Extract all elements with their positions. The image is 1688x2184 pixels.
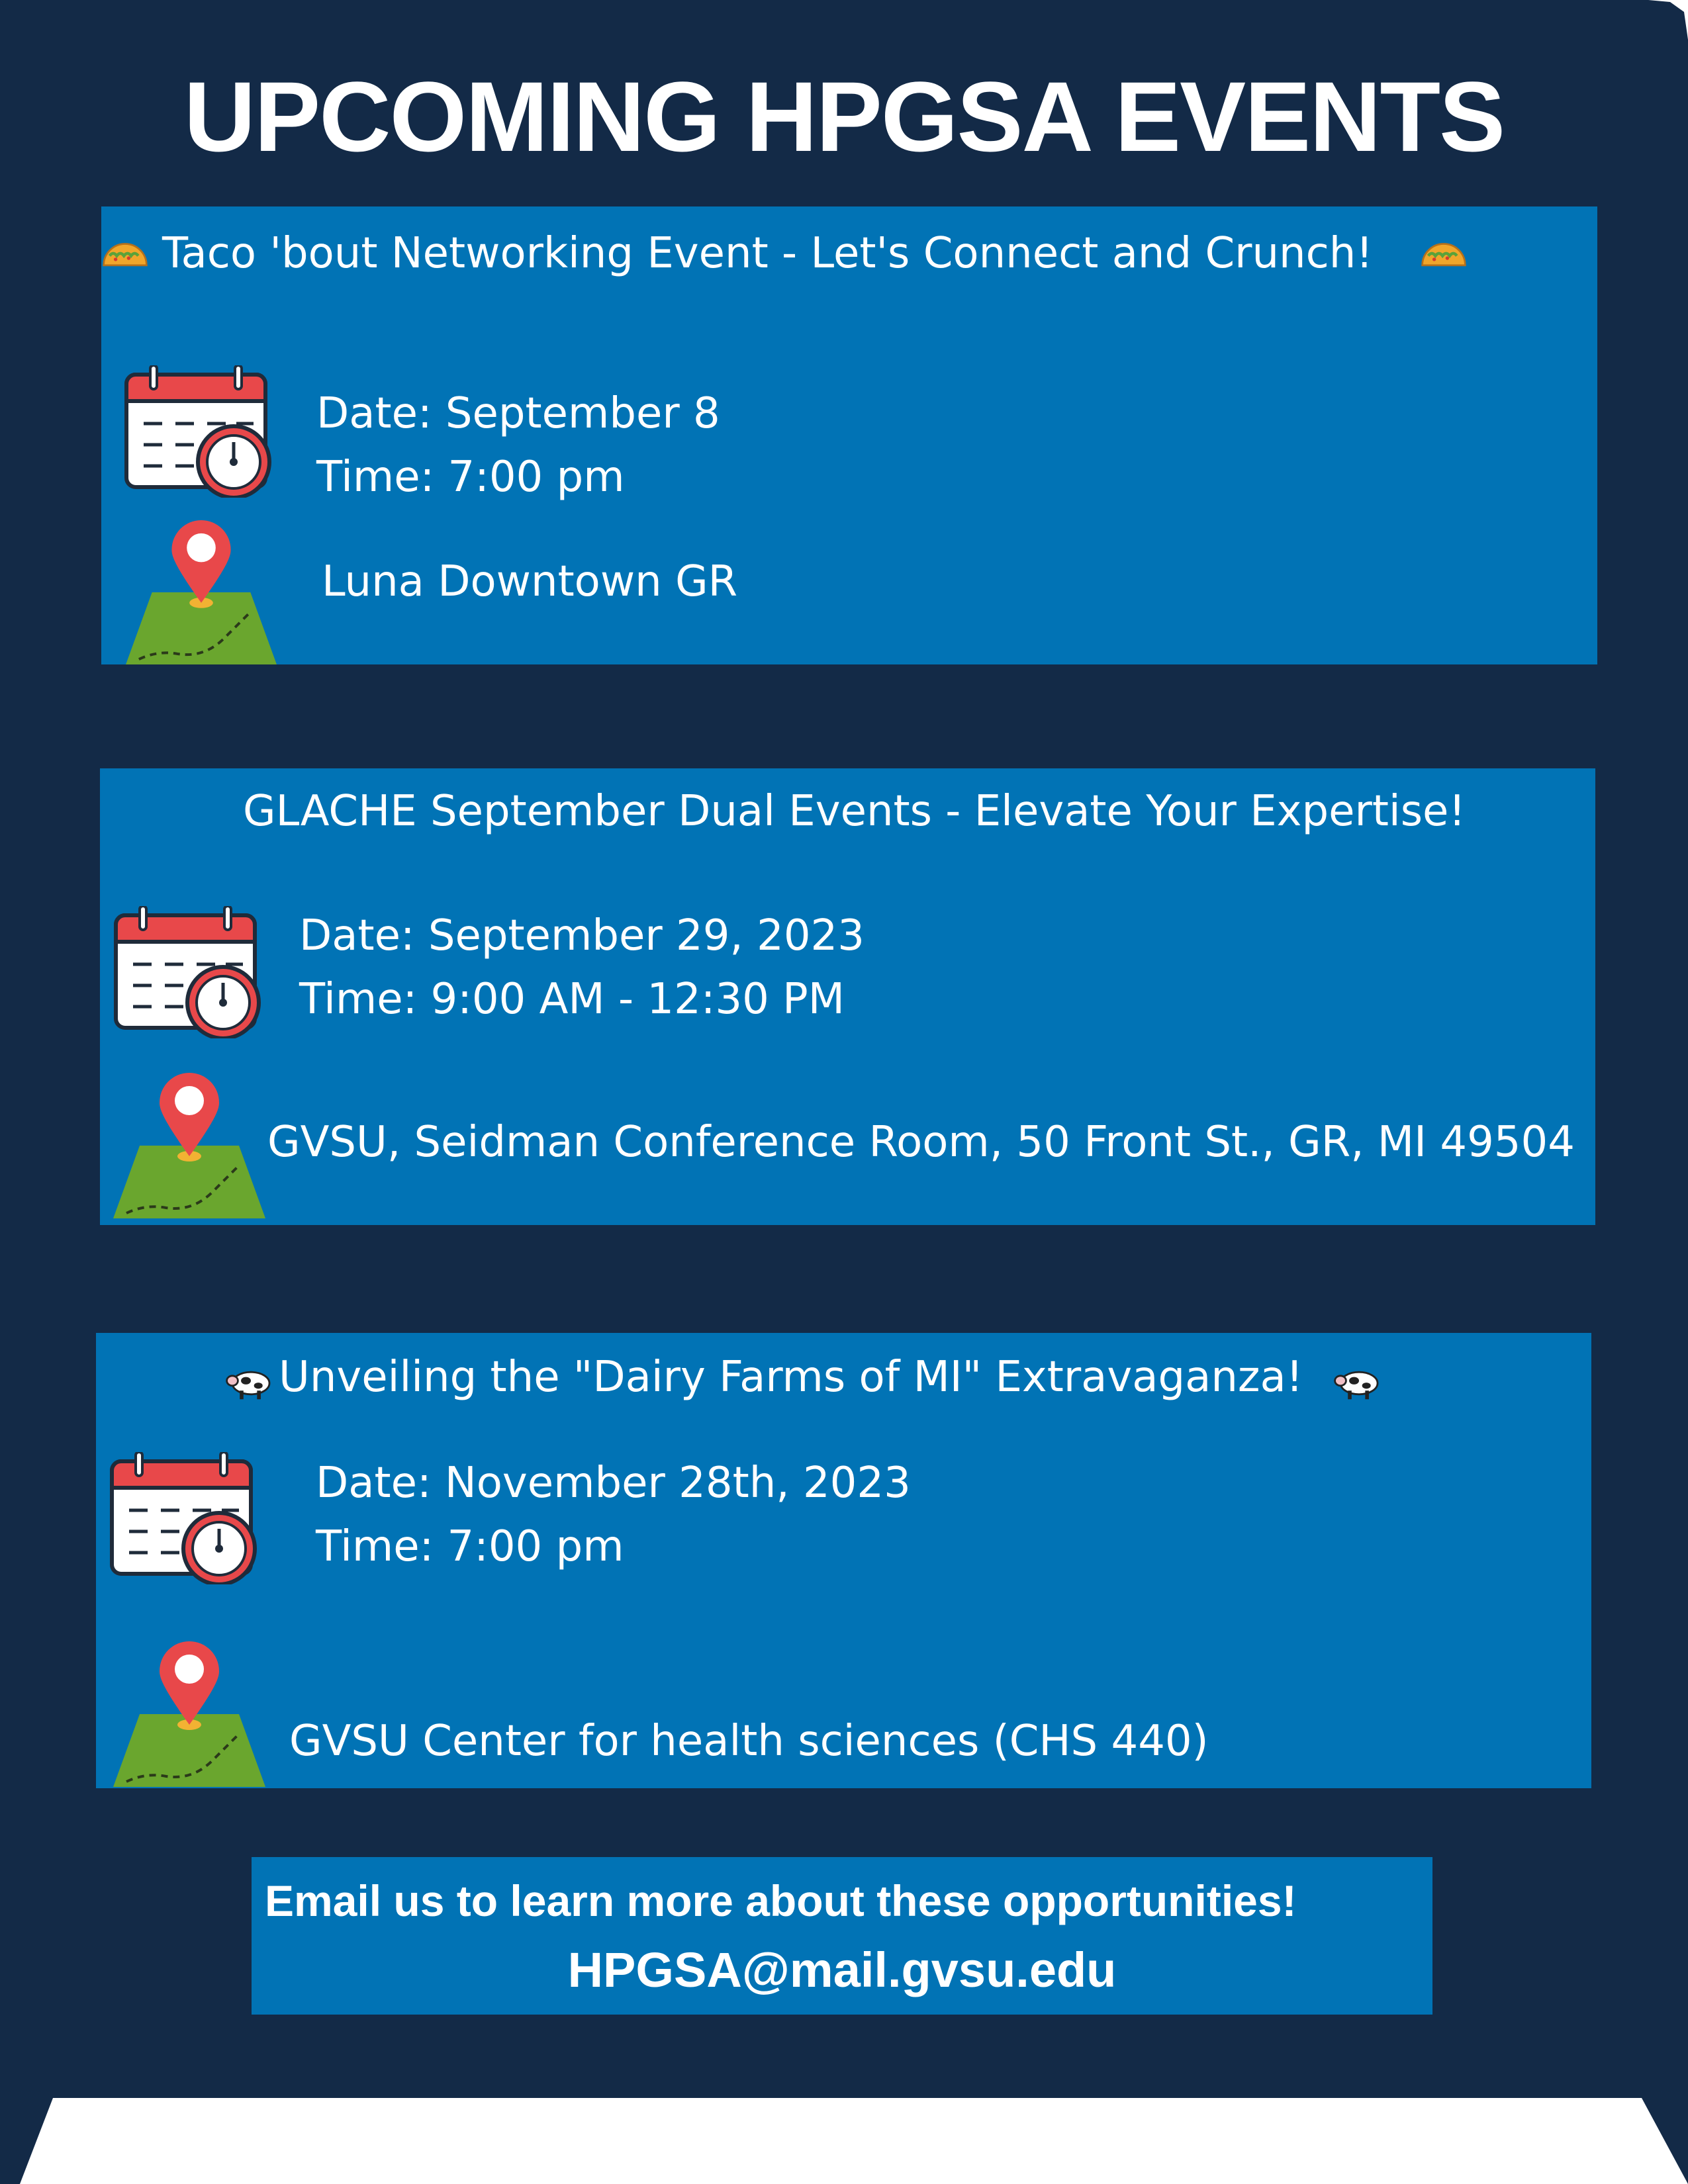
event-time: Time: 9:00 AM - 12:30 PM [299, 975, 845, 1024]
event-title: Taco 'bout Networking Event - Let's Conn… [162, 229, 1373, 278]
location-pin-icon [113, 1073, 265, 1218]
taco-icon [1420, 237, 1468, 269]
cow-icon [226, 1365, 276, 1402]
event-location: Luna Downtown GR [322, 557, 738, 606]
event-location: GVSU, Seidman Conference Room, 50 Front … [267, 1118, 1575, 1167]
calendar-clock-icon [124, 365, 276, 498]
location-pin-icon [113, 1641, 265, 1787]
event-time: Time: 7:00 pm [316, 453, 625, 502]
event-date: Date: November 28th, 2023 [316, 1459, 911, 1508]
event-location: GVSU Center for health sciences (CHS 440… [289, 1717, 1209, 1766]
contact-box: Email us to learn more about these oppor… [252, 1857, 1432, 2015]
page-title: UPCOMING HPGSA EVENTS [183, 61, 1505, 172]
event-date: Date: September 29, 2023 [299, 911, 865, 960]
location-pin-icon [125, 520, 277, 664]
contact-message: Email us to learn more about these oppor… [265, 1876, 1297, 1925]
event-card-3: Unveiling the "Dairy Farms of MI" Extrav… [96, 1333, 1591, 1788]
contact-email[interactable]: HPGSA@mail.gvsu.edu [252, 1942, 1432, 1998]
calendar-clock-icon [113, 906, 265, 1038]
event-date: Date: September 8 [316, 389, 720, 438]
event-title: Unveiling the "Dairy Farms of MI" Extrav… [279, 1353, 1303, 1402]
event-card-1: Taco 'bout Networking Event - Let's Conn… [101, 206, 1597, 664]
event-card-2: GLACHE September Dual Events - Elevate Y… [100, 768, 1595, 1225]
taco-icon [101, 237, 149, 269]
event-title: GLACHE September Dual Events - Elevate Y… [243, 787, 1466, 836]
cow-icon [1334, 1365, 1384, 1402]
bottom-footer-shape [20, 2098, 1688, 2184]
event-time: Time: 7:00 pm [316, 1522, 624, 1571]
calendar-clock-icon [109, 1452, 261, 1584]
